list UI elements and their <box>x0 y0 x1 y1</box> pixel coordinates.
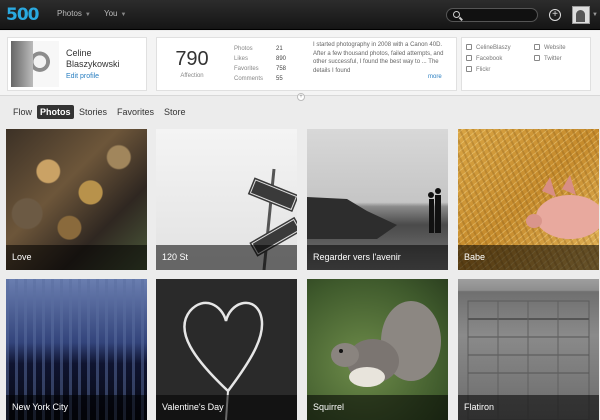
bio-more-link[interactable]: more <box>428 74 442 80</box>
profile-photo[interactable] <box>11 41 59 87</box>
website-link[interactable]: Website <box>534 44 566 51</box>
photo-title: Babe <box>458 245 599 270</box>
search-icon <box>453 11 460 18</box>
stat-value: 890 <box>276 56 287 62</box>
tab-photos[interactable]: Photos <box>37 105 74 119</box>
chevron-down-icon[interactable]: ▼ <box>592 12 598 18</box>
facebook-icon <box>466 55 472 61</box>
stat-favorites: Favorites 758 <box>234 66 298 72</box>
social-link-flickr[interactable]: Flickr <box>466 66 490 73</box>
profile-card: Celine Blaszykowski Edit profile <box>7 37 147 91</box>
nav-photos-label: Photos <box>57 9 82 18</box>
tab-stories[interactable]: Stories <box>76 105 110 119</box>
twitter-link[interactable]: Twitter <box>534 55 562 62</box>
photo-title: Squirrel <box>307 395 448 420</box>
tab-store[interactable]: Store <box>161 105 189 119</box>
social-link-facebook[interactable]: Facebook <box>466 55 502 62</box>
photo-tile[interactable]: Squirrel <box>307 279 448 420</box>
photo-title: Love <box>6 245 147 270</box>
stat-photos: Photos 21 <box>234 46 298 52</box>
stat-comments: Comments 55 <box>234 76 298 82</box>
stat-label: Likes <box>234 56 249 62</box>
social-label: Facebook <box>476 56 503 62</box>
link-label: Twitter <box>544 56 562 62</box>
stat-likes: Likes 890 <box>234 56 298 62</box>
stat-label: Photos <box>234 46 253 52</box>
tab-flow[interactable]: Flow <box>10 105 35 119</box>
nav-you-menu[interactable]: You ▼ <box>104 9 126 18</box>
stat-value: 758 <box>276 66 287 72</box>
chevron-down-icon: ▼ <box>120 12 127 18</box>
flickr-icon <box>466 66 472 72</box>
link-label: Website <box>544 45 566 51</box>
stat-value: 21 <box>276 46 283 52</box>
stat-label: Comments <box>234 76 264 82</box>
expand-profile-icon[interactable]: + <box>297 93 305 101</box>
twitter-icon <box>534 55 540 61</box>
photo-tile[interactable]: New York City <box>6 279 147 420</box>
tab-favorites[interactable]: Favorites <box>114 105 157 119</box>
photo-tile[interactable]: Valentine's Day <box>156 279 297 420</box>
chevron-down-icon: ▼ <box>84 12 91 18</box>
500px-logo[interactable]: 500 <box>6 5 39 25</box>
photo-tile[interactable]: Babe <box>458 129 599 270</box>
photo-tile[interactable]: Love <box>6 129 147 270</box>
photo-title: Regarder vers l'avenir <box>307 245 448 270</box>
top-navigation-bar: 500 Photos ▼ You ▼ + ▼ <box>0 0 600 30</box>
affection-label: Affection <box>180 73 204 79</box>
photo-title: Valentine's Day <box>156 395 297 420</box>
photo-tile[interactable]: 120 St <box>156 129 297 270</box>
photo-title: Flatiron <box>458 395 599 420</box>
twitter-icon <box>466 44 472 50</box>
edit-profile-link[interactable]: Edit profile <box>66 73 99 80</box>
stat-label: Favorites <box>234 66 259 72</box>
photo-title: New York City <box>6 395 147 420</box>
nav-photos-menu[interactable]: Photos ▼ <box>57 9 91 18</box>
user-avatar[interactable] <box>572 6 590 24</box>
nav-you-label: You <box>104 9 118 18</box>
stat-value: 55 <box>276 76 283 82</box>
social-link-twitter[interactable]: CelineBlaszy <box>466 44 511 51</box>
social-label: Flickr <box>476 67 491 73</box>
profile-name: Celine Blaszykowski <box>66 48 120 69</box>
social-label: CelineBlaszy <box>476 45 511 51</box>
profile-bio: I started photography in 2008 with a Can… <box>313 42 444 74</box>
photo-tile[interactable]: Regarder vers l'avenir <box>307 129 448 270</box>
search-input[interactable] <box>446 8 538 22</box>
upload-plus-icon[interactable]: + <box>549 9 561 21</box>
affection-count: 790 <box>175 48 209 70</box>
photo-title: 120 St <box>156 245 297 270</box>
photo-tile[interactable]: Flatiron <box>458 279 599 420</box>
profile-header: Celine Blaszykowski Edit profile 790 Aff… <box>0 31 600 96</box>
website-icon <box>534 44 540 50</box>
